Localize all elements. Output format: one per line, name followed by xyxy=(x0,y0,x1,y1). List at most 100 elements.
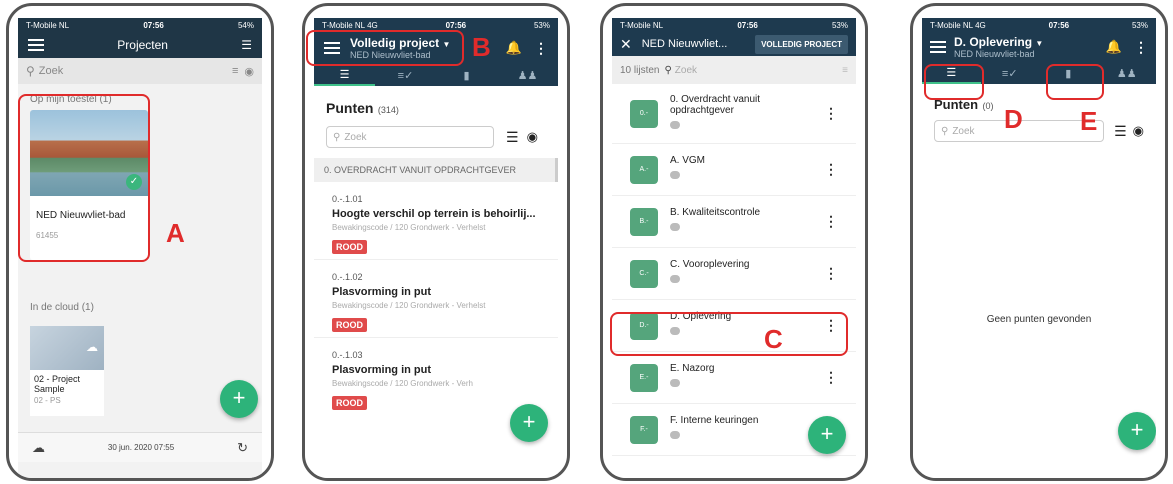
list-item[interactable]: E.- E. Nazorg ⋮ xyxy=(612,352,856,404)
search-row: ⚲ Zoek ☰ ◉ xyxy=(922,114,1156,142)
list-icon: B.- xyxy=(630,207,658,236)
volledig-project-button[interactable]: VOLLEDIG PROJECT xyxy=(755,34,848,54)
view-title: D. Oplevering xyxy=(954,35,1033,49)
count-badge xyxy=(670,431,680,439)
count-badge xyxy=(670,379,680,387)
annotation-box-a xyxy=(18,94,150,262)
list-item[interactable]: B.- B. Kwaliteitscontrole ⋮ xyxy=(612,196,856,248)
bell-icon[interactable]: 🔔 xyxy=(506,40,522,56)
time-label: 07:56 xyxy=(445,20,467,30)
item-meta: Bewakingscode / 120 Grondwerk - Verh xyxy=(332,379,473,388)
annotation-box-d xyxy=(924,64,984,100)
more-icon[interactable]: ⋮ xyxy=(824,265,838,282)
search-icon: ⚲ xyxy=(941,125,949,137)
search-input[interactable]: Zoek xyxy=(344,132,366,143)
more-icon[interactable]: ⋮ xyxy=(824,213,838,230)
filter-icon[interactable]: ☰ xyxy=(1114,123,1127,140)
refresh-icon[interactable]: ↻ xyxy=(237,440,248,456)
list-selector[interactable]: D. Oplevering ▼ NED Nieuwvliet-bad xyxy=(954,35,1106,59)
status-badge: ROOD xyxy=(332,396,367,410)
more-icon[interactable]: ⋮ xyxy=(824,161,838,178)
list-name: B. Kwaliteitscontrole xyxy=(670,207,761,218)
battery-label: 53% xyxy=(533,20,550,30)
item-code: 0.-.1.01 xyxy=(332,194,363,204)
app-bar: D. Oplevering ▼ NED Nieuwvliet-bad 🔔 ⋮ xyxy=(922,32,1156,62)
add-button[interactable]: + xyxy=(220,380,258,418)
list-icon: 0.- xyxy=(630,99,658,128)
empty-state-message: Geen punten gevonden xyxy=(986,314,1092,325)
time-label: 07:56 xyxy=(143,20,164,30)
count-badge xyxy=(670,275,680,283)
face-icon[interactable]: ◉ xyxy=(527,129,538,145)
list-item[interactable]: 0.- 0. Overdracht vanuit opdrachtgever ⋮ xyxy=(612,84,856,144)
tab-checklist-icon[interactable]: ≡✓ xyxy=(375,64,436,86)
add-button[interactable]: + xyxy=(510,404,548,442)
annotation-box-b xyxy=(306,30,464,66)
close-icon[interactable]: ✕ xyxy=(620,36,632,53)
tab-people-icon[interactable]: ♟♟ xyxy=(497,64,558,86)
tab-people-icon[interactable]: ♟♟ xyxy=(1098,62,1157,84)
item-title: Hoogte verschil op terrein is behoirlij.… xyxy=(332,208,536,220)
search-field[interactable]: ⚲ Zoek xyxy=(326,126,494,148)
list-view-icon[interactable]: ☰ xyxy=(241,38,252,52)
list-icon: E.- xyxy=(630,363,658,392)
view-subtitle: NED Nieuwvliet-bad xyxy=(954,49,1035,59)
app-bar: ✕ NED Nieuwvliet... VOLLEDIG PROJECT xyxy=(612,32,856,56)
item-title: Plasvorming in put xyxy=(332,364,432,376)
project-title: NED Nieuwvliet... xyxy=(641,38,728,50)
section-header: Punten (314) xyxy=(314,86,558,118)
add-button[interactable]: + xyxy=(1118,412,1156,450)
cloud-sync-icon[interactable]: ☁ xyxy=(32,440,45,456)
annotation-label-a: A xyxy=(166,218,185,248)
list-icon: F.- xyxy=(630,415,658,444)
carrier-label: T-Mobile NL 4G xyxy=(322,20,378,30)
more-icon[interactable]: ⋮ xyxy=(824,105,838,122)
search-input[interactable]: Zoek xyxy=(39,65,232,77)
time-label: 07:56 xyxy=(1048,20,1070,30)
tab-document-icon[interactable]: ▮ xyxy=(436,64,497,86)
list-name: C. Vooroplevering xyxy=(670,259,750,270)
item-title: Plasvorming in put xyxy=(332,286,432,298)
status-bar: T-Mobile NL 07:56 53% xyxy=(612,18,856,32)
battery-label: 53% xyxy=(1131,20,1148,30)
item-code: 0.-.1.02 xyxy=(332,272,363,282)
phone-volledig-project: T-Mobile NL 4G 07:56 53% Volledig projec… xyxy=(302,3,570,481)
carrier-label: T-Mobile NL xyxy=(26,20,70,30)
search-input[interactable]: Zoek xyxy=(952,126,974,137)
list-item[interactable]: 0.-.1.01 Hoogte verschil op terrein is b… xyxy=(314,182,558,260)
battery-label: 53% xyxy=(831,20,848,30)
face-icon[interactable]: ◉ xyxy=(1133,123,1144,139)
list-item[interactable]: C.- C. Vooroplevering ⋮ xyxy=(612,248,856,300)
tab-checklist-icon[interactable]: ≡✓ xyxy=(981,62,1040,84)
count-badge xyxy=(670,171,680,179)
time-label: 07:56 xyxy=(737,20,758,30)
filter-icon[interactable]: ☰ xyxy=(506,129,519,146)
menu-icon[interactable] xyxy=(930,41,946,53)
project-card-cloud[interactable]: ☁ 02 - Project Sample 02 - PS xyxy=(30,326,104,416)
list-item[interactable]: A.- A. VGM ⋮ xyxy=(612,144,856,196)
filter-icon[interactable]: ≡ xyxy=(842,65,848,76)
bell-icon[interactable]: 🔔 xyxy=(1106,39,1122,55)
list-item[interactable]: 0.-.1.02 Plasvorming in put Bewakingscod… xyxy=(314,260,558,338)
more-icon[interactable]: ⋮ xyxy=(1134,39,1148,56)
search-input[interactable]: Zoek xyxy=(675,65,842,76)
phone-lijsten: T-Mobile NL 07:56 53% ✕ NED Nieuwvliet..… xyxy=(600,3,868,481)
list-name: 0. Overdracht vanuit opdrachtgever xyxy=(670,93,761,116)
item-meta: Bewakingscode / 120 Grondwerk - Verhelst xyxy=(332,301,486,310)
search-row: ⚲ Zoek ☰ ◉ xyxy=(314,118,558,148)
annotation-label-d: D xyxy=(1004,104,1023,134)
more-icon[interactable]: ⋮ xyxy=(534,40,548,57)
list-name: E. Nazorg xyxy=(670,363,715,374)
search-icon: ⚲ xyxy=(664,64,672,76)
face-icon[interactable]: ◉ xyxy=(244,65,254,78)
list-name: A. VGM xyxy=(670,155,706,166)
more-icon[interactable]: ⋮ xyxy=(824,369,838,386)
menu-icon[interactable] xyxy=(28,39,44,51)
filter-icon[interactable]: ≡ xyxy=(232,65,238,77)
count-badge xyxy=(670,223,680,231)
tab-list-icon[interactable]: ☰ xyxy=(314,64,375,86)
carrier-label: T-Mobile NL 4G xyxy=(930,20,986,30)
section-title: Punten xyxy=(326,100,374,116)
page-title: Projecten xyxy=(117,38,168,52)
add-button[interactable]: + xyxy=(808,416,846,454)
